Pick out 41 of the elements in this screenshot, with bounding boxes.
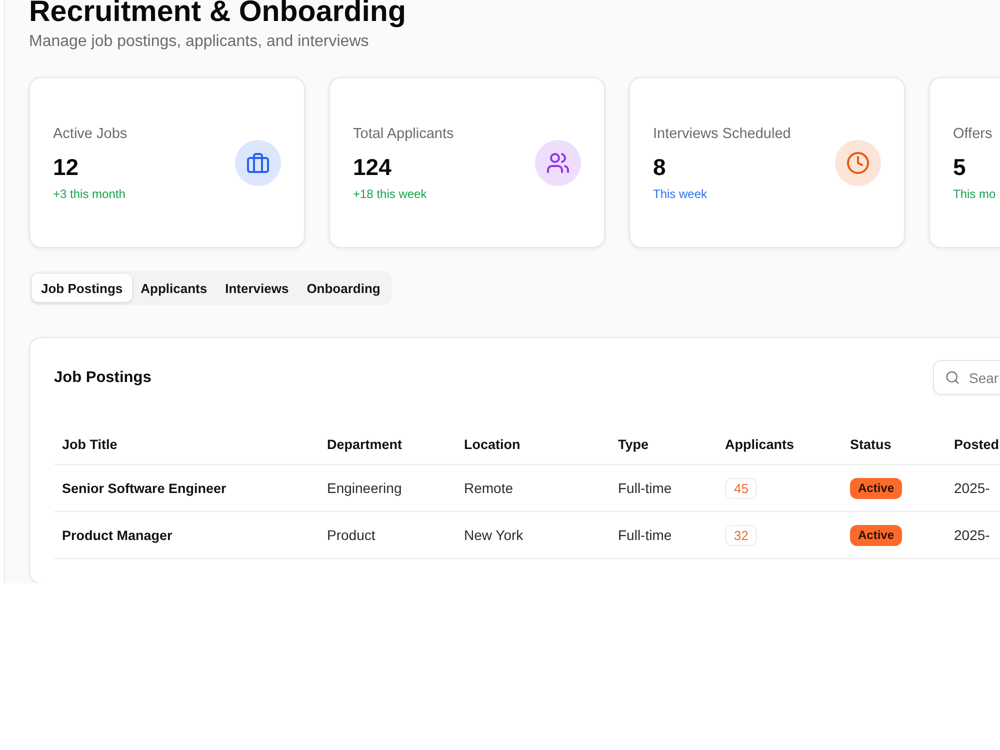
table-cell-text: Full-time <box>617 480 673 496</box>
column-header: Status <box>849 437 892 452</box>
table-cell-text: Full-time <box>617 527 673 543</box>
page-subtitle: Manage job postings, applicants, and interviews <box>29 32 369 52</box>
applicant-count-badge: 32 <box>725 524 758 546</box>
stat-value: 5 <box>953 152 966 180</box>
status-badge: Active <box>850 478 902 498</box>
section-title: Job Postings <box>54 368 152 388</box>
tab[interactable]: Job Postings <box>32 274 132 302</box>
stat-label: Active Jobs <box>53 124 128 144</box>
stat-label: Offers <box>953 124 992 144</box>
stat-value: 12 <box>53 152 79 180</box>
table-cell-text: 2025- <box>953 480 991 496</box>
column-header: Applicants <box>724 437 796 452</box>
table-cell-text: Product <box>326 527 376 543</box>
search-field[interactable]: Sear <box>933 360 1000 395</box>
tab[interactable]: Interviews <box>216 274 298 302</box>
stat-note: This mo <box>953 186 996 202</box>
column-header: Type <box>617 437 650 452</box>
search-icon <box>945 370 960 385</box>
stat-label: Interviews Scheduled <box>653 124 791 144</box>
stat-value: 8 <box>653 152 666 180</box>
table-cell-text: Senior Software Engineer <box>61 480 228 496</box>
column-header: Location <box>463 437 522 452</box>
stat-note: +3 this month <box>53 186 126 202</box>
stat-note: +18 this week <box>353 186 427 202</box>
applicant-count-badge: 45 <box>725 478 758 498</box>
status-badge: Active <box>850 524 902 546</box>
stat-value: 124 <box>353 152 392 180</box>
column-header: Job Title <box>61 437 118 452</box>
stat-label: Total Applicants <box>353 124 454 144</box>
table-cell-text: New York <box>463 527 524 543</box>
column-header: Department <box>326 437 404 452</box>
table-cell-text: Product Manager <box>61 528 174 542</box>
table-cell-text: 2025- <box>953 527 991 543</box>
stat-note: This week <box>653 186 708 202</box>
table-cell-text: Engineering <box>326 480 403 496</box>
tab[interactable]: Applicants <box>132 274 216 302</box>
column-header: Posted <box>953 437 1000 452</box>
tab[interactable]: Onboarding <box>298 274 390 302</box>
table-cell-text: Remote <box>463 480 514 496</box>
